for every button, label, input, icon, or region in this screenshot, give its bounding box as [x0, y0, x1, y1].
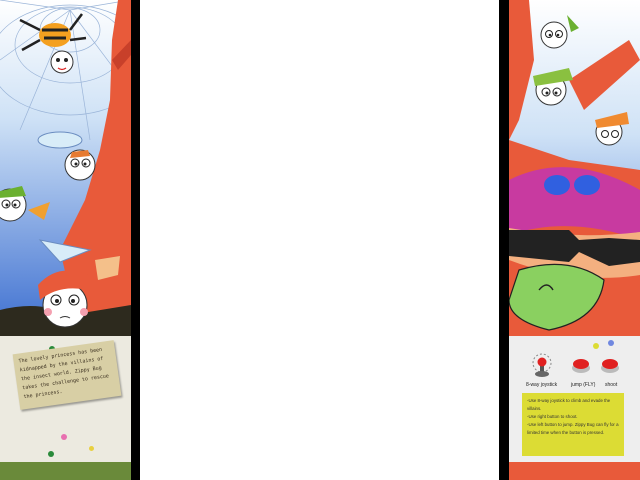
decor-dot	[608, 340, 614, 346]
leaf-border	[0, 462, 131, 480]
story-text: The lovely princess has been kidnapped b…	[18, 346, 110, 401]
right-cover-illustration	[509, 0, 640, 336]
bottom-border	[509, 462, 640, 480]
decor-dot	[48, 451, 54, 457]
instruction-line: -Use left button to jump. Zippy Bug can …	[527, 422, 619, 435]
shoot-button-icon	[601, 359, 619, 373]
decor-dot	[89, 446, 94, 451]
instructions-box: -Use 8-way joystick to climb and evade t…	[522, 393, 624, 456]
jump-label: jump (FLY)	[571, 382, 596, 388]
decor-dot	[61, 434, 67, 440]
decor-dot	[593, 343, 599, 349]
instruction-line: -Use right button to shoot.	[527, 414, 578, 419]
center-blank-area	[140, 0, 499, 480]
left-cover-illustration	[0, 0, 131, 336]
jump-button-icon	[572, 359, 590, 373]
joystick-icon	[532, 353, 552, 377]
joystick-label: 8-way joystick	[526, 382, 558, 388]
instruction-line: -Use 8-way joystick to climb and evade t…	[527, 398, 611, 411]
shoot-label: shoot	[605, 382, 618, 388]
villain-boss	[509, 140, 640, 336]
